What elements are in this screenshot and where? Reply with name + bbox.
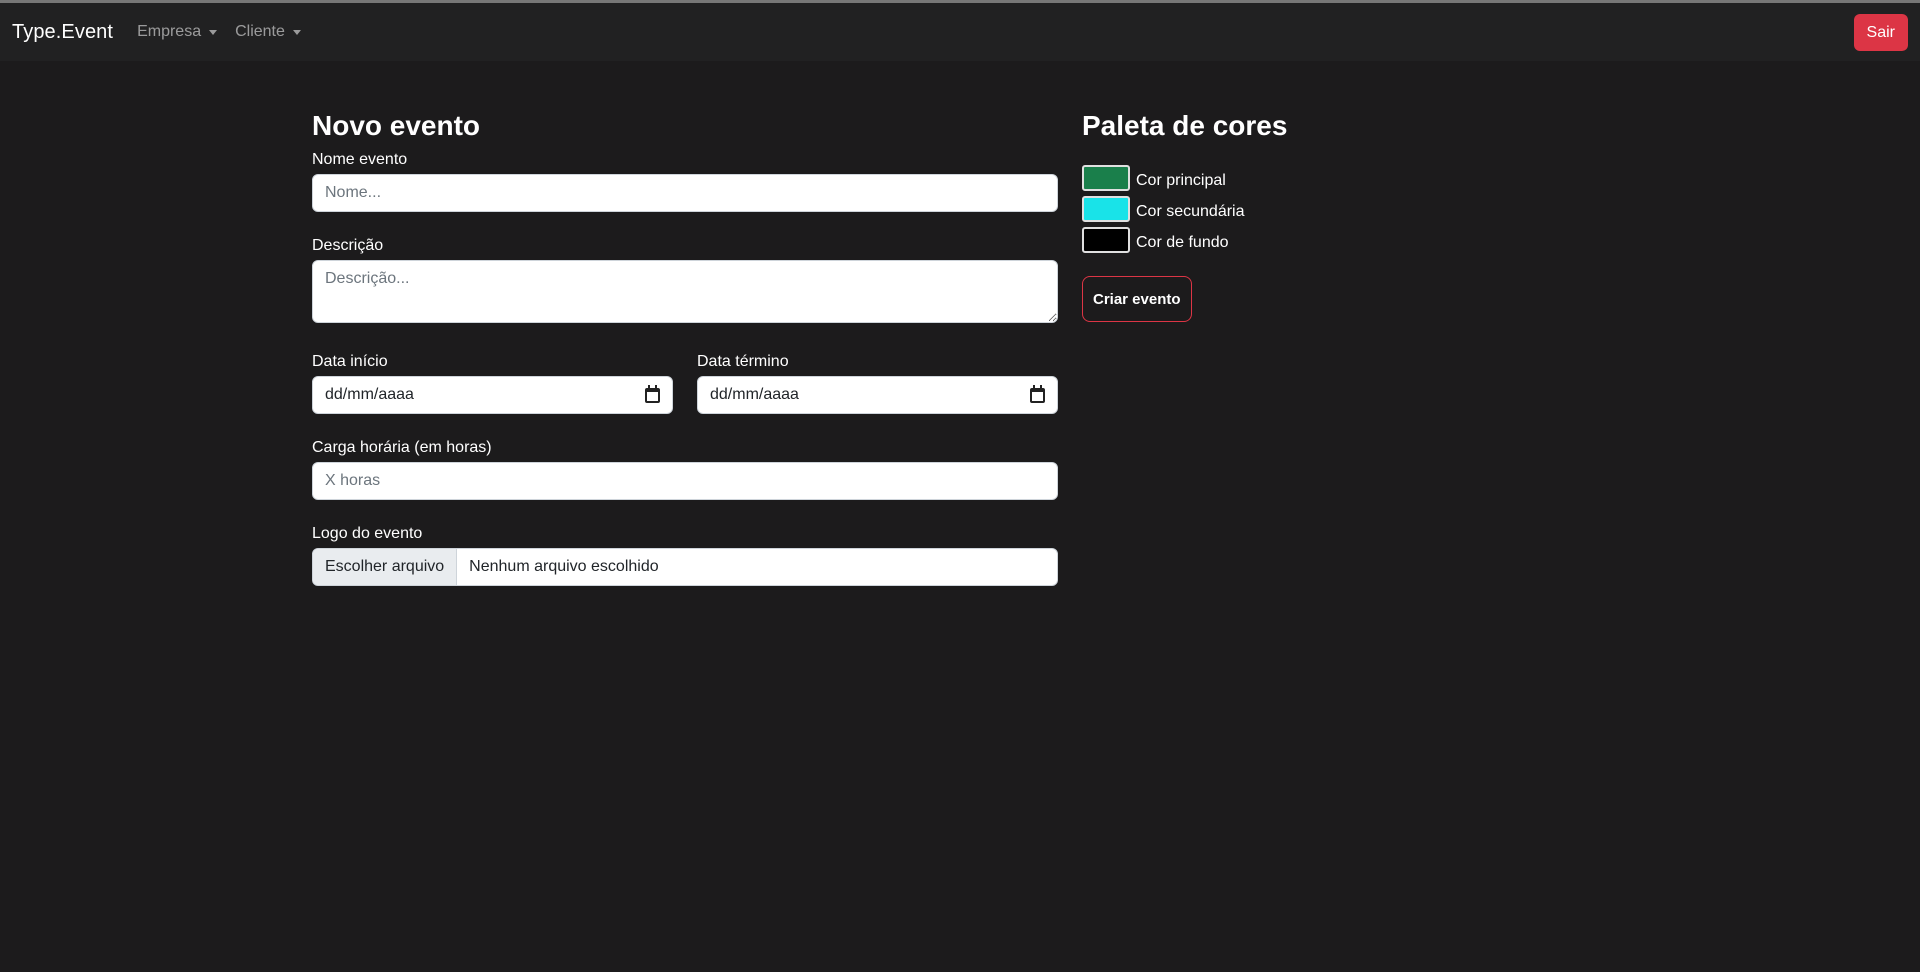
logo-group: Logo do evento Escolher arquivo Nenhum a…	[312, 524, 1058, 586]
caret-down-icon	[292, 29, 301, 35]
name-group: Nome evento	[312, 150, 1058, 212]
primary-color-label: Cor principal	[1136, 171, 1226, 189]
background-color-label: Cor de fundo	[1136, 233, 1229, 251]
color-palette: Paleta de cores Cor principal Cor secund…	[1082, 108, 1382, 322]
event-name-input[interactable]	[312, 174, 1058, 212]
start-date-group: Data início dd/mm/aaaa	[312, 352, 673, 414]
logout-button[interactable]: Sair	[1853, 14, 1908, 51]
calendar-icon[interactable]	[1030, 384, 1045, 403]
workload-group: Carga horária (em horas)	[312, 438, 1058, 500]
caret-down-icon	[209, 29, 218, 35]
logo-label: Logo do evento	[312, 525, 423, 542]
secondary-color-label: Cor secundária	[1136, 202, 1245, 220]
description-label: Descrição	[312, 237, 384, 254]
primary-color-picker[interactable]	[1082, 164, 1130, 191]
color-row-secundaria: Cor secundária	[1082, 193, 1382, 224]
nav-dropdown-empresa[interactable]: Empresa	[137, 23, 218, 41]
nav-dropdown-cliente[interactable]: Cliente	[235, 23, 301, 41]
color-row-principal: Cor principal	[1082, 162, 1382, 193]
page-title: Novo evento	[312, 110, 481, 141]
start-date-label: Data início	[312, 353, 388, 370]
color-row-fundo: Cor de fundo	[1082, 224, 1382, 255]
start-date-value: dd/mm/aaaa	[325, 386, 414, 403]
choose-file-button[interactable]: Escolher arquivo	[313, 549, 458, 585]
secondary-color-picker[interactable]	[1082, 195, 1130, 222]
end-date-input[interactable]: dd/mm/aaaa	[697, 376, 1058, 414]
nav-dropdown-label: Empresa	[137, 23, 202, 40]
nav-dropdown-label: Cliente	[235, 23, 285, 40]
name-label: Nome evento	[312, 151, 408, 168]
end-date-value: dd/mm/aaaa	[710, 386, 799, 403]
navbar: Type.Event Empresa Cliente Sair	[0, 3, 1920, 61]
dates-row: Data início dd/mm/aaaa Data término dd/m…	[312, 352, 1058, 414]
palette-title: Paleta de cores	[1082, 110, 1288, 141]
background-gradient	[0, 732, 1920, 972]
create-event-button[interactable]: Criar evento	[1082, 276, 1192, 322]
description-group: Descrição	[312, 236, 1058, 328]
description-textarea[interactable]	[312, 260, 1058, 323]
brand-logo[interactable]: Type.Event	[12, 21, 113, 44]
workload-input[interactable]	[312, 462, 1058, 500]
workload-label: Carga horária (em horas)	[312, 439, 492, 456]
background-color-picker[interactable]	[1082, 226, 1130, 253]
start-date-input[interactable]: dd/mm/aaaa	[312, 376, 673, 414]
end-date-group: Data término dd/mm/aaaa	[697, 352, 1058, 414]
end-date-label: Data término	[697, 353, 789, 370]
logo-file-input[interactable]: Escolher arquivo Nenhum arquivo escolhid…	[312, 548, 1058, 586]
calendar-icon[interactable]	[645, 384, 660, 403]
file-status-text: Nenhum arquivo escolhido	[469, 558, 659, 575]
event-form: Novo evento Nome evento Descrição Data i…	[312, 108, 1058, 610]
